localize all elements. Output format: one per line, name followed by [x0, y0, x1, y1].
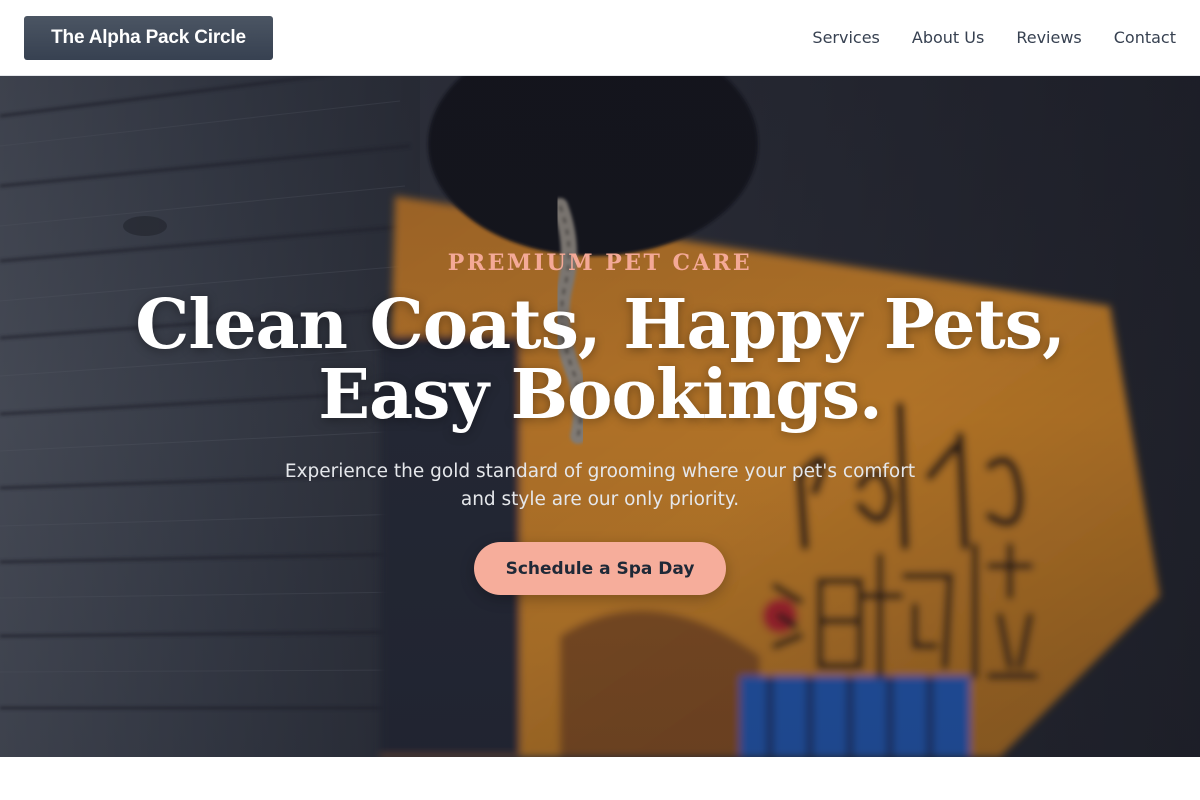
hero-headline-line-1: Clean Coats, Happy Pets, [135, 285, 1065, 365]
hero-section: PREMIUM PET CARE Clean Coats, Happy Pets… [0, 76, 1200, 757]
hero-eyebrow: PREMIUM PET CARE [447, 250, 753, 276]
nav-about-link[interactable]: About Us [912, 28, 984, 47]
nav-services-link[interactable]: Services [812, 28, 879, 47]
site-header: The Alpha Pack Circle Services About Us … [0, 0, 1200, 76]
hero-subtitle-line-2: and style are our only priority. [460, 489, 740, 510]
hero-subtitle: Experience the gold standard of grooming… [270, 458, 930, 514]
logo-button[interactable]: The Alpha Pack Circle [24, 15, 273, 60]
main-nav: Services About Us Reviews Contact [812, 28, 1176, 47]
hero-content: PREMIUM PET CARE Clean Coats, Happy Pets… [0, 76, 1200, 757]
hero-subtitle-line-1: Experience the gold standard of grooming… [284, 461, 916, 482]
nav-contact-link[interactable]: Contact [1114, 28, 1176, 47]
schedule-spa-day-button[interactable]: Schedule a Spa Day [474, 542, 726, 595]
nav-reviews-link[interactable]: Reviews [1016, 28, 1081, 47]
hero-headline-line-2: Easy Bookings. [318, 355, 882, 435]
below-hero-section [0, 757, 1200, 800]
hero-headline: Clean Coats, Happy Pets, Easy Bookings. [135, 290, 1065, 430]
